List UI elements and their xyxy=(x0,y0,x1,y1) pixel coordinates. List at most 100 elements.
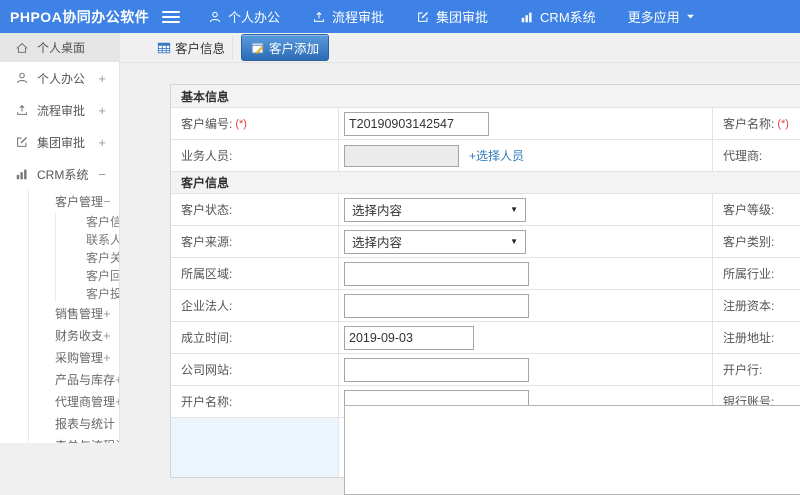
topnav-item-label: 流程审批 xyxy=(332,10,385,25)
tab-customer-info[interactable]: 客户信息 xyxy=(150,35,234,60)
form-row: 客户编号:(*)客户名称:(*) xyxy=(171,107,800,139)
expand-icon[interactable]: + xyxy=(103,350,119,365)
collapse-icon[interactable]: − xyxy=(98,167,119,182)
field-label: 成立时间: xyxy=(181,331,233,345)
sidebar-item-label: CRM系统 xyxy=(37,167,89,182)
sidebar-item[interactable]: 个人办公 + xyxy=(0,62,119,94)
tab-label: 客户添加 xyxy=(269,42,320,56)
field-label-cell: 企业法人: xyxy=(171,290,339,321)
tab-label: 客户信息 xyxy=(175,42,226,56)
sidebar-item[interactable]: 客户关怀 xyxy=(0,248,119,266)
field-label-cell-right: 客户名称: (*) xyxy=(713,108,800,139)
form-row: 客户来源: 选择内容 ▼ 客户类别: xyxy=(171,225,800,257)
sidebar-item[interactable]: 客户回访 xyxy=(0,266,119,284)
expand-icon[interactable]: + xyxy=(98,135,119,150)
user-icon xyxy=(15,71,29,85)
sidebar-item-label: 产品与库存 xyxy=(55,372,116,387)
sidebar-item-label: 客户投诉 xyxy=(86,286,119,301)
field-label: 注册资本: xyxy=(723,299,775,313)
form-table: 基本信息客户编号:(*)客户名称:(*)业务人员:+选择人员代理商:客户信息客户… xyxy=(170,84,800,495)
customer-status-select[interactable]: 选择内容 ▼ xyxy=(344,197,526,222)
field-label: 客户编号: xyxy=(181,117,233,131)
field-label-cell: 所属区域: xyxy=(171,258,339,289)
sidebar-item[interactable]: 表单与流程设置+ xyxy=(0,434,119,443)
topnav-item[interactable]: 个人办公 xyxy=(208,7,280,26)
field-control-cell: +选择人员 xyxy=(339,140,713,171)
home-icon xyxy=(15,41,29,55)
expand-icon[interactable]: + xyxy=(103,328,119,343)
customer-add-form: 基本信息客户编号:(*)客户名称:(*)业务人员:+选择人员代理商:客户信息客户… xyxy=(170,84,800,495)
field-label: 开户名称: xyxy=(181,395,233,409)
field-label: 客户来源: xyxy=(181,235,233,249)
form-row: 客户状态: 选择内容 ▼ 客户等级: xyxy=(171,193,800,225)
field-label: 客户类别: xyxy=(723,235,775,249)
remark-label-cell xyxy=(171,418,339,477)
topnav-item[interactable]: 流程审批 xyxy=(312,7,384,26)
sidebar: 个人桌面个人办公+流程审批+集团审批+CRM系统−客户管理−客户信息联系人客户关… xyxy=(0,33,120,443)
hamburger-icon[interactable] xyxy=(162,8,180,26)
sidebar-item[interactable]: 客户信息 xyxy=(0,212,119,230)
sidebar-item-label: 联系人 xyxy=(86,232,120,247)
form-row: 所属区域: 所属行业: xyxy=(171,257,800,289)
required-marker: (*) xyxy=(235,117,247,130)
collapse-icon[interactable]: − xyxy=(103,194,119,209)
sidebar-item[interactable]: 集团审批 + xyxy=(0,126,119,158)
sidebar-item[interactable]: 财务收支 + xyxy=(0,324,119,346)
expand-icon[interactable]: + xyxy=(98,103,119,118)
tab-customer-add[interactable]: 客户添加 xyxy=(241,34,330,61)
field-label-cell-right: 客户等级: xyxy=(713,194,800,225)
field-control-cell xyxy=(339,354,713,385)
sidebar-item-label: 采购管理 xyxy=(55,350,104,365)
topnav-item[interactable]: CRM系统 xyxy=(520,7,596,26)
sidebar-item-label: 客户管理 xyxy=(55,194,104,209)
upload-icon xyxy=(15,103,29,117)
edit-icon xyxy=(15,135,29,149)
field-label-cell: 业务人员: xyxy=(171,140,339,171)
sidebar-item[interactable]: 报表与统计 xyxy=(0,412,119,434)
sidebar-item[interactable]: 流程审批 + xyxy=(0,94,119,126)
region-input[interactable] xyxy=(344,261,529,286)
field-label-cell: 客户来源: xyxy=(171,226,339,257)
field-label: 代理商: xyxy=(723,149,763,163)
field-control-cell: 选择内容 ▼ xyxy=(339,226,713,257)
edit-icon xyxy=(416,10,430,24)
customer-code-input[interactable] xyxy=(344,111,489,136)
field-label-cell: 客户状态: xyxy=(171,194,339,225)
sidebar-item-label: 销售管理 xyxy=(55,306,104,321)
sidebar-item[interactable]: 个人桌面 xyxy=(0,33,119,62)
sidebar-item[interactable]: CRM系统 − xyxy=(0,158,119,190)
section-header: 客户信息 xyxy=(171,171,800,193)
sidebar-item[interactable]: 采购管理 + xyxy=(0,346,119,368)
required-marker: (*) xyxy=(777,117,789,130)
field-label: 所属行业: xyxy=(723,267,775,281)
sidebar-item[interactable]: 客户投诉 xyxy=(0,284,119,302)
choose-person-link[interactable]: +选择人员 xyxy=(469,147,524,164)
sidebar-item-label: 个人办公 xyxy=(37,71,86,86)
sidebar-item[interactable]: 联系人 xyxy=(0,230,119,248)
expand-icon[interactable]: + xyxy=(103,306,119,321)
remark-textarea[interactable] xyxy=(344,405,800,495)
sidebar-item[interactable]: 产品与库存+ xyxy=(0,368,119,390)
website-input[interactable] xyxy=(344,357,529,382)
field-label-cell: 成立时间: xyxy=(171,322,339,353)
select-value: 选择内容 xyxy=(352,204,403,218)
topnav-item[interactable]: 更多应用 xyxy=(628,7,695,26)
sidebar-item[interactable]: 客户管理 − xyxy=(0,190,119,212)
field-label-cell-right: 代理商: xyxy=(713,140,800,171)
upload-icon xyxy=(312,10,326,24)
customer-source-select[interactable]: 选择内容 ▼ xyxy=(344,229,526,254)
sidebar-item[interactable]: 代理商管理+ xyxy=(0,390,119,412)
founded-date-input[interactable] xyxy=(344,325,474,350)
legal-person-input[interactable] xyxy=(344,293,529,318)
sidebar-item-label: 客户关怀 xyxy=(86,250,119,265)
sales-person-input xyxy=(344,144,459,167)
field-label: 公司网站: xyxy=(181,363,233,377)
topnav-item[interactable]: 集团审批 xyxy=(416,7,488,26)
expand-icon[interactable]: + xyxy=(98,71,119,86)
field-label: 客户名称: xyxy=(723,117,775,131)
form-row: 业务人员: +选择人员 代理商: xyxy=(171,139,800,171)
form-row: 公司网站: 开户行: xyxy=(171,353,800,385)
sidebar-item[interactable]: 销售管理 + xyxy=(0,302,119,324)
field-label: 开户行: xyxy=(723,363,763,377)
sidebar-item-label: 客户信息 xyxy=(86,214,119,229)
